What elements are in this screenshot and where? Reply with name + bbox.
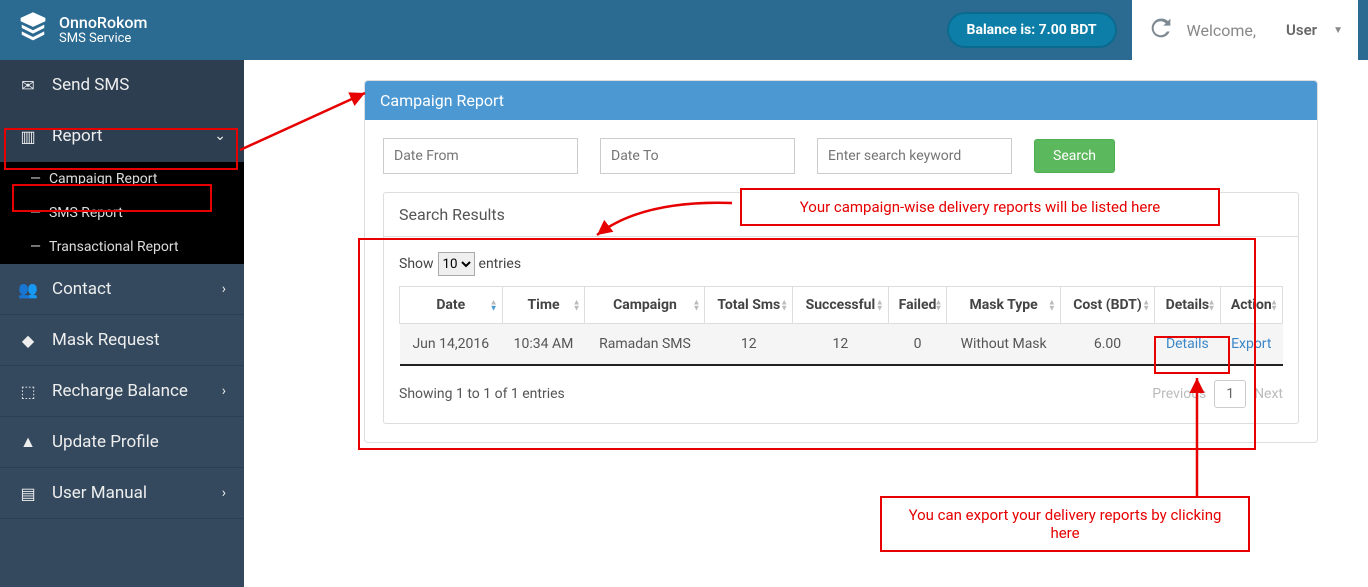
- callout-export: You can export your delivery reports by …: [880, 496, 1250, 552]
- export-link[interactable]: Export: [1231, 336, 1271, 352]
- nav-label: Update Profile: [52, 432, 159, 452]
- user-icon: ▲: [18, 432, 38, 452]
- col-date[interactable]: Date▲▼: [400, 287, 503, 324]
- cell-mask-type: Without Mask: [947, 324, 1060, 366]
- chevron-down-icon: ⌄: [214, 128, 226, 144]
- nav-label: Send SMS: [52, 75, 129, 95]
- page-size-row: Show 10 entries: [399, 252, 1283, 276]
- subnav-label: Transactional Report: [49, 239, 179, 255]
- nav-user-manual[interactable]: ▤ User Manual ›: [0, 468, 244, 519]
- chevron-right-icon: ›: [222, 485, 226, 501]
- col-successful[interactable]: Successful▲▼: [793, 287, 889, 324]
- nav-send-sms[interactable]: ✉ Send SMS: [0, 60, 244, 111]
- subnav-campaign-report[interactable]: Campaign Report: [0, 162, 244, 196]
- date-to-input[interactable]: [600, 138, 795, 174]
- cell-total-sms: 12: [705, 324, 793, 366]
- nav-update-profile[interactable]: ▲ Update Profile: [0, 417, 244, 468]
- col-time[interactable]: Time▲▼: [502, 287, 585, 324]
- sidebar: ✉ Send SMS ▥ Report ⌄ Campaign Report SM…: [0, 60, 244, 587]
- refresh-icon[interactable]: [1147, 14, 1175, 46]
- nav-label: User Manual: [52, 483, 147, 503]
- pager-next[interactable]: Next: [1254, 386, 1283, 402]
- subnav-label: Campaign Report: [49, 171, 158, 187]
- building-icon: ▥: [18, 127, 38, 146]
- nav-recharge-balance[interactable]: ⬚ Recharge Balance ›: [0, 366, 244, 417]
- date-from-input[interactable]: [383, 138, 578, 174]
- pager-prev[interactable]: Previous: [1152, 386, 1206, 402]
- col-mask-type[interactable]: Mask Type▲▼: [947, 287, 1060, 324]
- col-action[interactable]: Action▲▼: [1220, 287, 1282, 324]
- cell-action: Export: [1220, 324, 1282, 366]
- panel-title: Campaign Report: [365, 81, 1317, 120]
- app-header: OnnoRokom SMS Service Balance is: 7.00 B…: [0, 0, 1368, 60]
- caret-down-icon: ▼: [1333, 25, 1343, 36]
- nav-report[interactable]: ▥ Report ⌄: [0, 111, 244, 162]
- table-row: Jun 14,2016 10:34 AM Ramadan SMS 12 12 0…: [400, 324, 1283, 366]
- brand-line1: OnnoRokom: [59, 14, 147, 32]
- subnav-transactional-report[interactable]: Transactional Report: [0, 230, 244, 264]
- nav-mask-request[interactable]: ◆ Mask Request: [0, 315, 244, 366]
- campaign-report-panel: Campaign Report Search Search Results Sh…: [364, 80, 1318, 443]
- envelope-icon: ✉: [18, 76, 38, 95]
- nav-contact[interactable]: 👥 Contact ›: [0, 264, 244, 315]
- cell-successful: 12: [793, 324, 889, 366]
- users-icon: 👥: [18, 280, 38, 299]
- page-size-select[interactable]: 10: [438, 252, 475, 276]
- brand-text: OnnoRokom SMS Service: [59, 14, 147, 46]
- brand-icon: [15, 10, 51, 50]
- filter-row: Search: [383, 138, 1299, 174]
- results-summary: Showing 1 to 1 of 1 entries: [399, 386, 565, 402]
- search-button[interactable]: Search: [1034, 139, 1115, 173]
- keyword-input[interactable]: [817, 138, 1012, 174]
- show-label: Show: [399, 256, 434, 272]
- tags-icon: ◆: [18, 331, 38, 350]
- chevron-right-icon: ›: [222, 383, 226, 399]
- pager-page-1[interactable]: 1: [1214, 380, 1246, 408]
- pager: Previous 1 Next: [1152, 380, 1283, 408]
- nav-label: Contact: [52, 279, 111, 299]
- col-total-sms[interactable]: Total Sms▲▼: [705, 287, 793, 324]
- money-icon: ⬚: [18, 382, 38, 401]
- nav-label: Recharge Balance: [52, 381, 188, 401]
- cell-campaign: Ramadan SMS: [585, 324, 705, 366]
- brand-line2: SMS Service: [59, 32, 147, 46]
- callout-listed: Your campaign-wise delivery reports will…: [740, 188, 1220, 226]
- nav-label: Mask Request: [52, 330, 160, 350]
- col-cost[interactable]: Cost (BDT)▲▼: [1060, 287, 1154, 324]
- user-name: User: [1286, 21, 1317, 39]
- header-user-area[interactable]: Welcome, User ▼: [1132, 0, 1358, 60]
- balance-pill: Balance is: 7.00 BDT: [947, 12, 1117, 48]
- chevron-right-icon: ›: [222, 281, 226, 297]
- search-results-panel: Search Results Show 10 entries Date▲▼ Ti…: [383, 192, 1299, 424]
- brand-logo[interactable]: OnnoRokom SMS Service: [15, 10, 147, 50]
- subnav-label: SMS Report: [49, 205, 123, 221]
- entries-label: entries: [479, 256, 522, 272]
- col-details[interactable]: Details▲▼: [1155, 287, 1220, 324]
- cell-time: 10:34 AM: [502, 324, 585, 366]
- cell-date: Jun 14,2016: [400, 324, 503, 366]
- table-footer: Showing 1 to 1 of 1 entries Previous 1 N…: [399, 380, 1283, 408]
- manual-icon: ▤: [18, 484, 38, 503]
- results-table: Date▲▼ Time▲▼ Campaign▲▼ Total Sms▲▼ Suc…: [399, 286, 1283, 366]
- col-campaign[interactable]: Campaign▲▼: [585, 287, 705, 324]
- nav-label: Report: [52, 126, 102, 146]
- report-submenu: Campaign Report SMS Report Transactional…: [0, 162, 244, 264]
- cell-details: Details: [1155, 324, 1220, 366]
- welcome-label: Welcome,: [1187, 21, 1257, 40]
- cell-failed: 0: [888, 324, 947, 366]
- cell-cost: 6.00: [1060, 324, 1154, 366]
- col-failed[interactable]: Failed▲▼: [888, 287, 947, 324]
- subnav-sms-report[interactable]: SMS Report: [0, 196, 244, 230]
- details-link[interactable]: Details: [1166, 336, 1209, 352]
